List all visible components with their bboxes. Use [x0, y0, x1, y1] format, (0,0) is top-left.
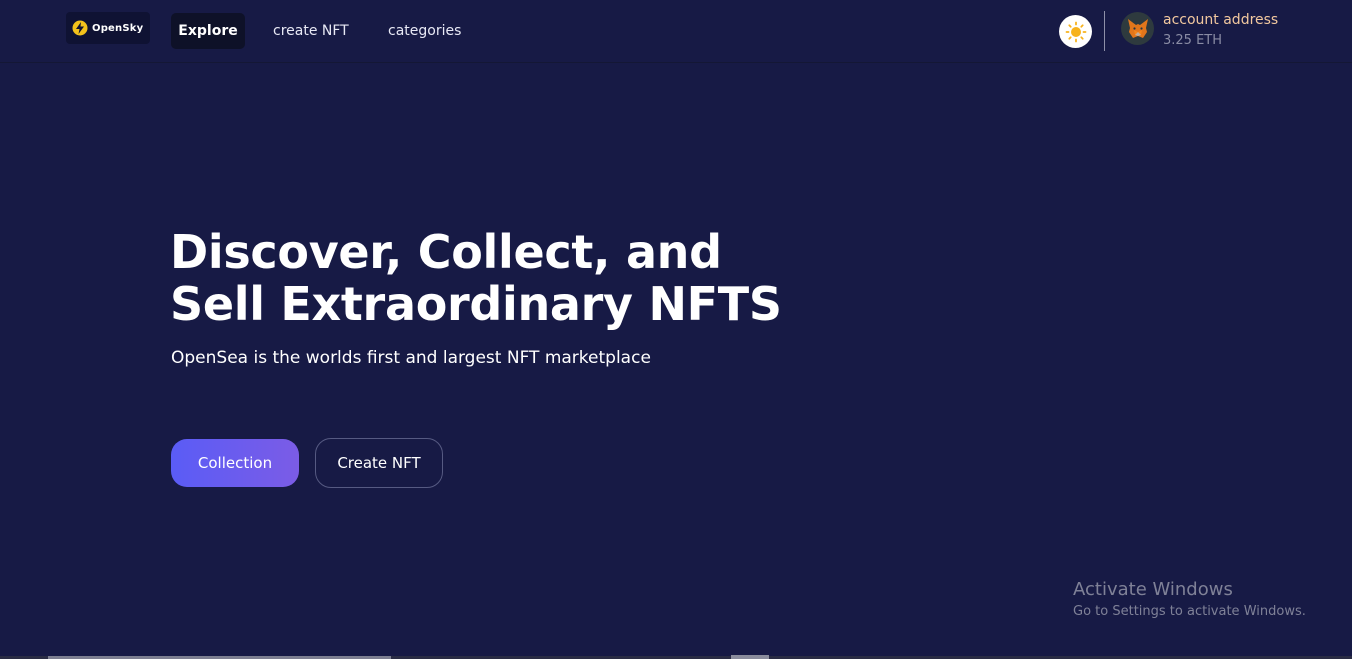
nav-categories[interactable]: categories	[388, 13, 461, 49]
hero-title: Discover, Collect, and Sell Extraordinar…	[170, 225, 782, 331]
theme-toggle-button[interactable]	[1059, 15, 1092, 48]
account-address[interactable]: account address	[1163, 12, 1278, 28]
header-divider	[1104, 11, 1105, 51]
scroll-indicator	[731, 655, 769, 659]
nav-explore[interactable]: Explore	[171, 13, 245, 49]
metamask-fox-icon	[1127, 18, 1148, 38]
activate-windows-title: Activate Windows	[1073, 579, 1233, 600]
lightning-bolt-icon	[72, 20, 88, 36]
account-avatar[interactable]	[1121, 12, 1154, 45]
collection-button[interactable]: Collection	[171, 439, 299, 487]
page: OpenSky Explore create NFT categories ac…	[0, 0, 1352, 659]
site-logo[interactable]: OpenSky	[66, 12, 150, 44]
top-navbar: OpenSky Explore create NFT categories ac…	[0, 0, 1352, 63]
nav-create-nft[interactable]: create NFT	[273, 13, 349, 49]
hero-subtitle: OpenSea is the worlds first and largest …	[171, 348, 651, 368]
account-balance: 3.25 ETH	[1163, 33, 1223, 48]
activate-windows-subtitle: Go to Settings to activate Windows.	[1073, 604, 1306, 619]
create-nft-button[interactable]: Create NFT	[315, 438, 443, 488]
sun-icon	[1065, 21, 1086, 42]
logo-text: OpenSky	[92, 22, 144, 34]
